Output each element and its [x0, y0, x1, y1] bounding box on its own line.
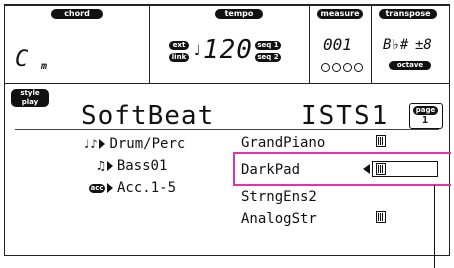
transpose-label: transpose: [379, 9, 437, 19]
track-row-bass[interactable]: ♫ Bass01: [97, 155, 167, 177]
track-arrow-icon: [106, 161, 113, 171]
transpose-value: ±8: [415, 37, 432, 53]
page-indicator[interactable]: page 1: [409, 103, 443, 129]
ext-badge: ext: [169, 41, 189, 50]
track-label-bass: Bass01: [116, 158, 168, 174]
page-label: page: [413, 106, 438, 115]
octave-label: octave: [389, 61, 431, 70]
track-arrow-icon: [107, 183, 113, 193]
tempo-value: 120: [203, 35, 253, 65]
style-divider: [15, 129, 439, 130]
seq2-badge: seq 2: [255, 53, 281, 62]
link-badge: link: [169, 53, 189, 62]
track-row-drum[interactable]: ♩♪ Drum/Perc: [83, 133, 185, 155]
track-label-acc: Acc.1-5: [117, 180, 177, 196]
measure-label: measure: [317, 9, 363, 19]
header-divider-2: [309, 5, 310, 83]
track-row-acc[interactable]: acc Acc.1-5: [89, 177, 176, 199]
selection-pointer-icon: [363, 164, 370, 174]
beat-indicator-icon: [321, 63, 363, 72]
track-arrow-icon: [99, 139, 106, 149]
lcd-bottom-border: [5, 255, 449, 256]
chord-quality: m: [41, 61, 48, 72]
acc-icon: acc: [89, 183, 105, 193]
lcd-display: chord C m tempo ext link ♩ 120 seq 1 seq…: [4, 4, 451, 256]
bass-guitar-icon: ♫: [97, 158, 105, 174]
header-divider-3: [371, 5, 372, 83]
seq1-badge: seq 1: [255, 41, 281, 50]
header-bottom-border: [5, 83, 449, 84]
mute-icon[interactable]: [376, 211, 386, 223]
header-divider-1: [149, 5, 150, 83]
measure-value: 001: [323, 35, 352, 54]
callout-line: [434, 185, 435, 268]
note-icon: ♩: [194, 43, 201, 59]
style-play-badge: style play: [11, 89, 49, 107]
sound-name-3[interactable]: StrngEns2: [241, 189, 317, 205]
transpose-symbols: B♭#: [383, 37, 409, 53]
page-value: 1: [422, 115, 429, 126]
selection-box: [372, 161, 438, 177]
sound-name-1[interactable]: GrandPiano: [241, 135, 325, 151]
sound-name-4[interactable]: AnalogStr: [241, 211, 317, 227]
chord-label: chord: [51, 9, 103, 19]
chord-value: C: [15, 47, 29, 72]
style-name[interactable]: SoftBeat: [81, 101, 214, 131]
track-label-drum: Drum/Perc: [109, 136, 186, 152]
header-top-border: [5, 5, 449, 6]
drum-kit-icon: ♩♪: [83, 137, 98, 151]
style-bank: ISTS1: [301, 101, 390, 131]
tempo-label: tempo: [215, 9, 263, 19]
mute-icon[interactable]: [376, 135, 386, 147]
